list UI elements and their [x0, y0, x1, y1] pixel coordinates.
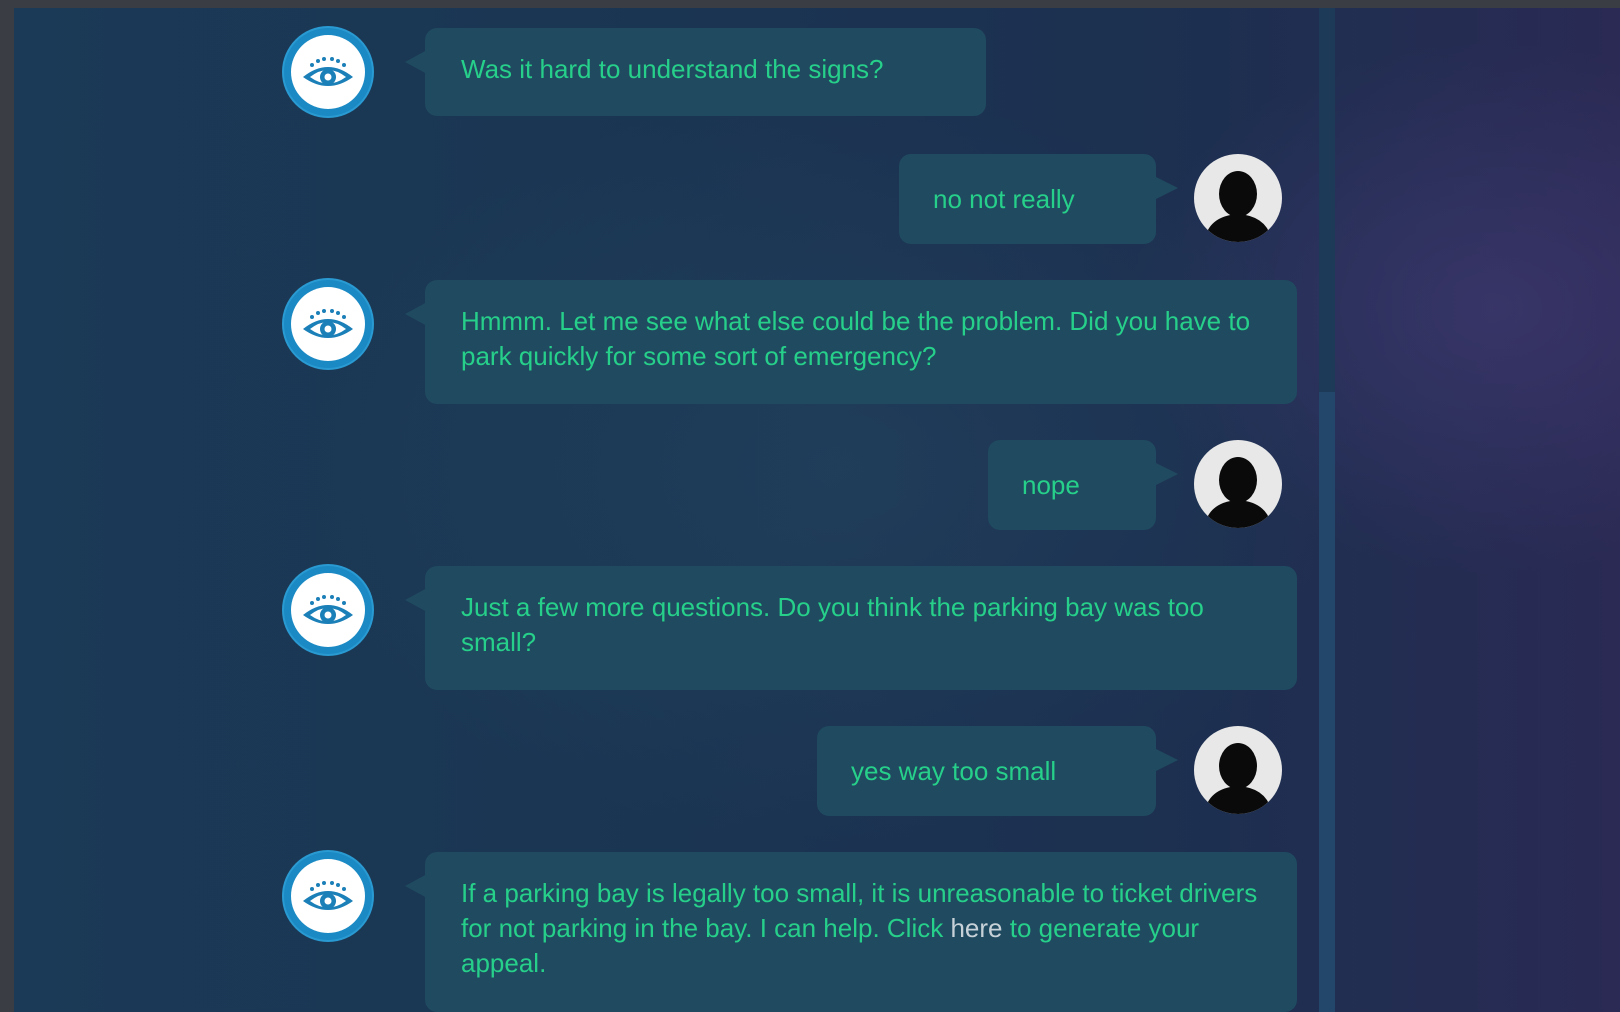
message-text: Just a few more questions. Do you think … [461, 592, 1204, 657]
eye-icon [303, 309, 353, 338]
bot-avatar-eye-icon [284, 280, 372, 368]
bot-message: Just a few more questions. Do you think … [405, 566, 1297, 690]
bot-message: If a parking bay is legally too small, i… [405, 852, 1297, 1012]
message-text: no not really [933, 183, 1075, 214]
message-text: nope [1022, 469, 1080, 500]
message-text: yes way too small [851, 755, 1057, 786]
message-text: Hmmm. Let me see what else could be the … [461, 306, 1251, 371]
user-silhouette-icon [1204, 457, 1272, 528]
bot-avatar-eye-icon [284, 28, 372, 116]
eye-icon [303, 595, 353, 624]
user-message: nope [988, 440, 1178, 530]
eye-icon [303, 881, 353, 910]
user-message: no not really [899, 154, 1178, 244]
user-silhouette-icon [1204, 171, 1272, 242]
user-avatar [1194, 726, 1282, 814]
chat-window: Was it hard to understand the signs? no … [14, 8, 1620, 1012]
user-avatar [1194, 154, 1282, 242]
bot-message: Hmmm. Let me see what else could be the … [405, 280, 1297, 404]
message-text: Was it hard to understand the signs? [461, 54, 884, 84]
here-link[interactable]: here [950, 913, 1002, 943]
user-avatar [1194, 440, 1282, 528]
bot-avatar-eye-icon [284, 852, 372, 940]
bot-avatar-eye-icon [284, 566, 372, 654]
eye-icon [303, 57, 353, 86]
bot-message: Was it hard to understand the signs? [405, 28, 986, 116]
user-silhouette-icon [1204, 743, 1272, 814]
user-message: yes way too small [817, 726, 1178, 816]
scrollbar-thumb[interactable] [1319, 392, 1335, 1012]
